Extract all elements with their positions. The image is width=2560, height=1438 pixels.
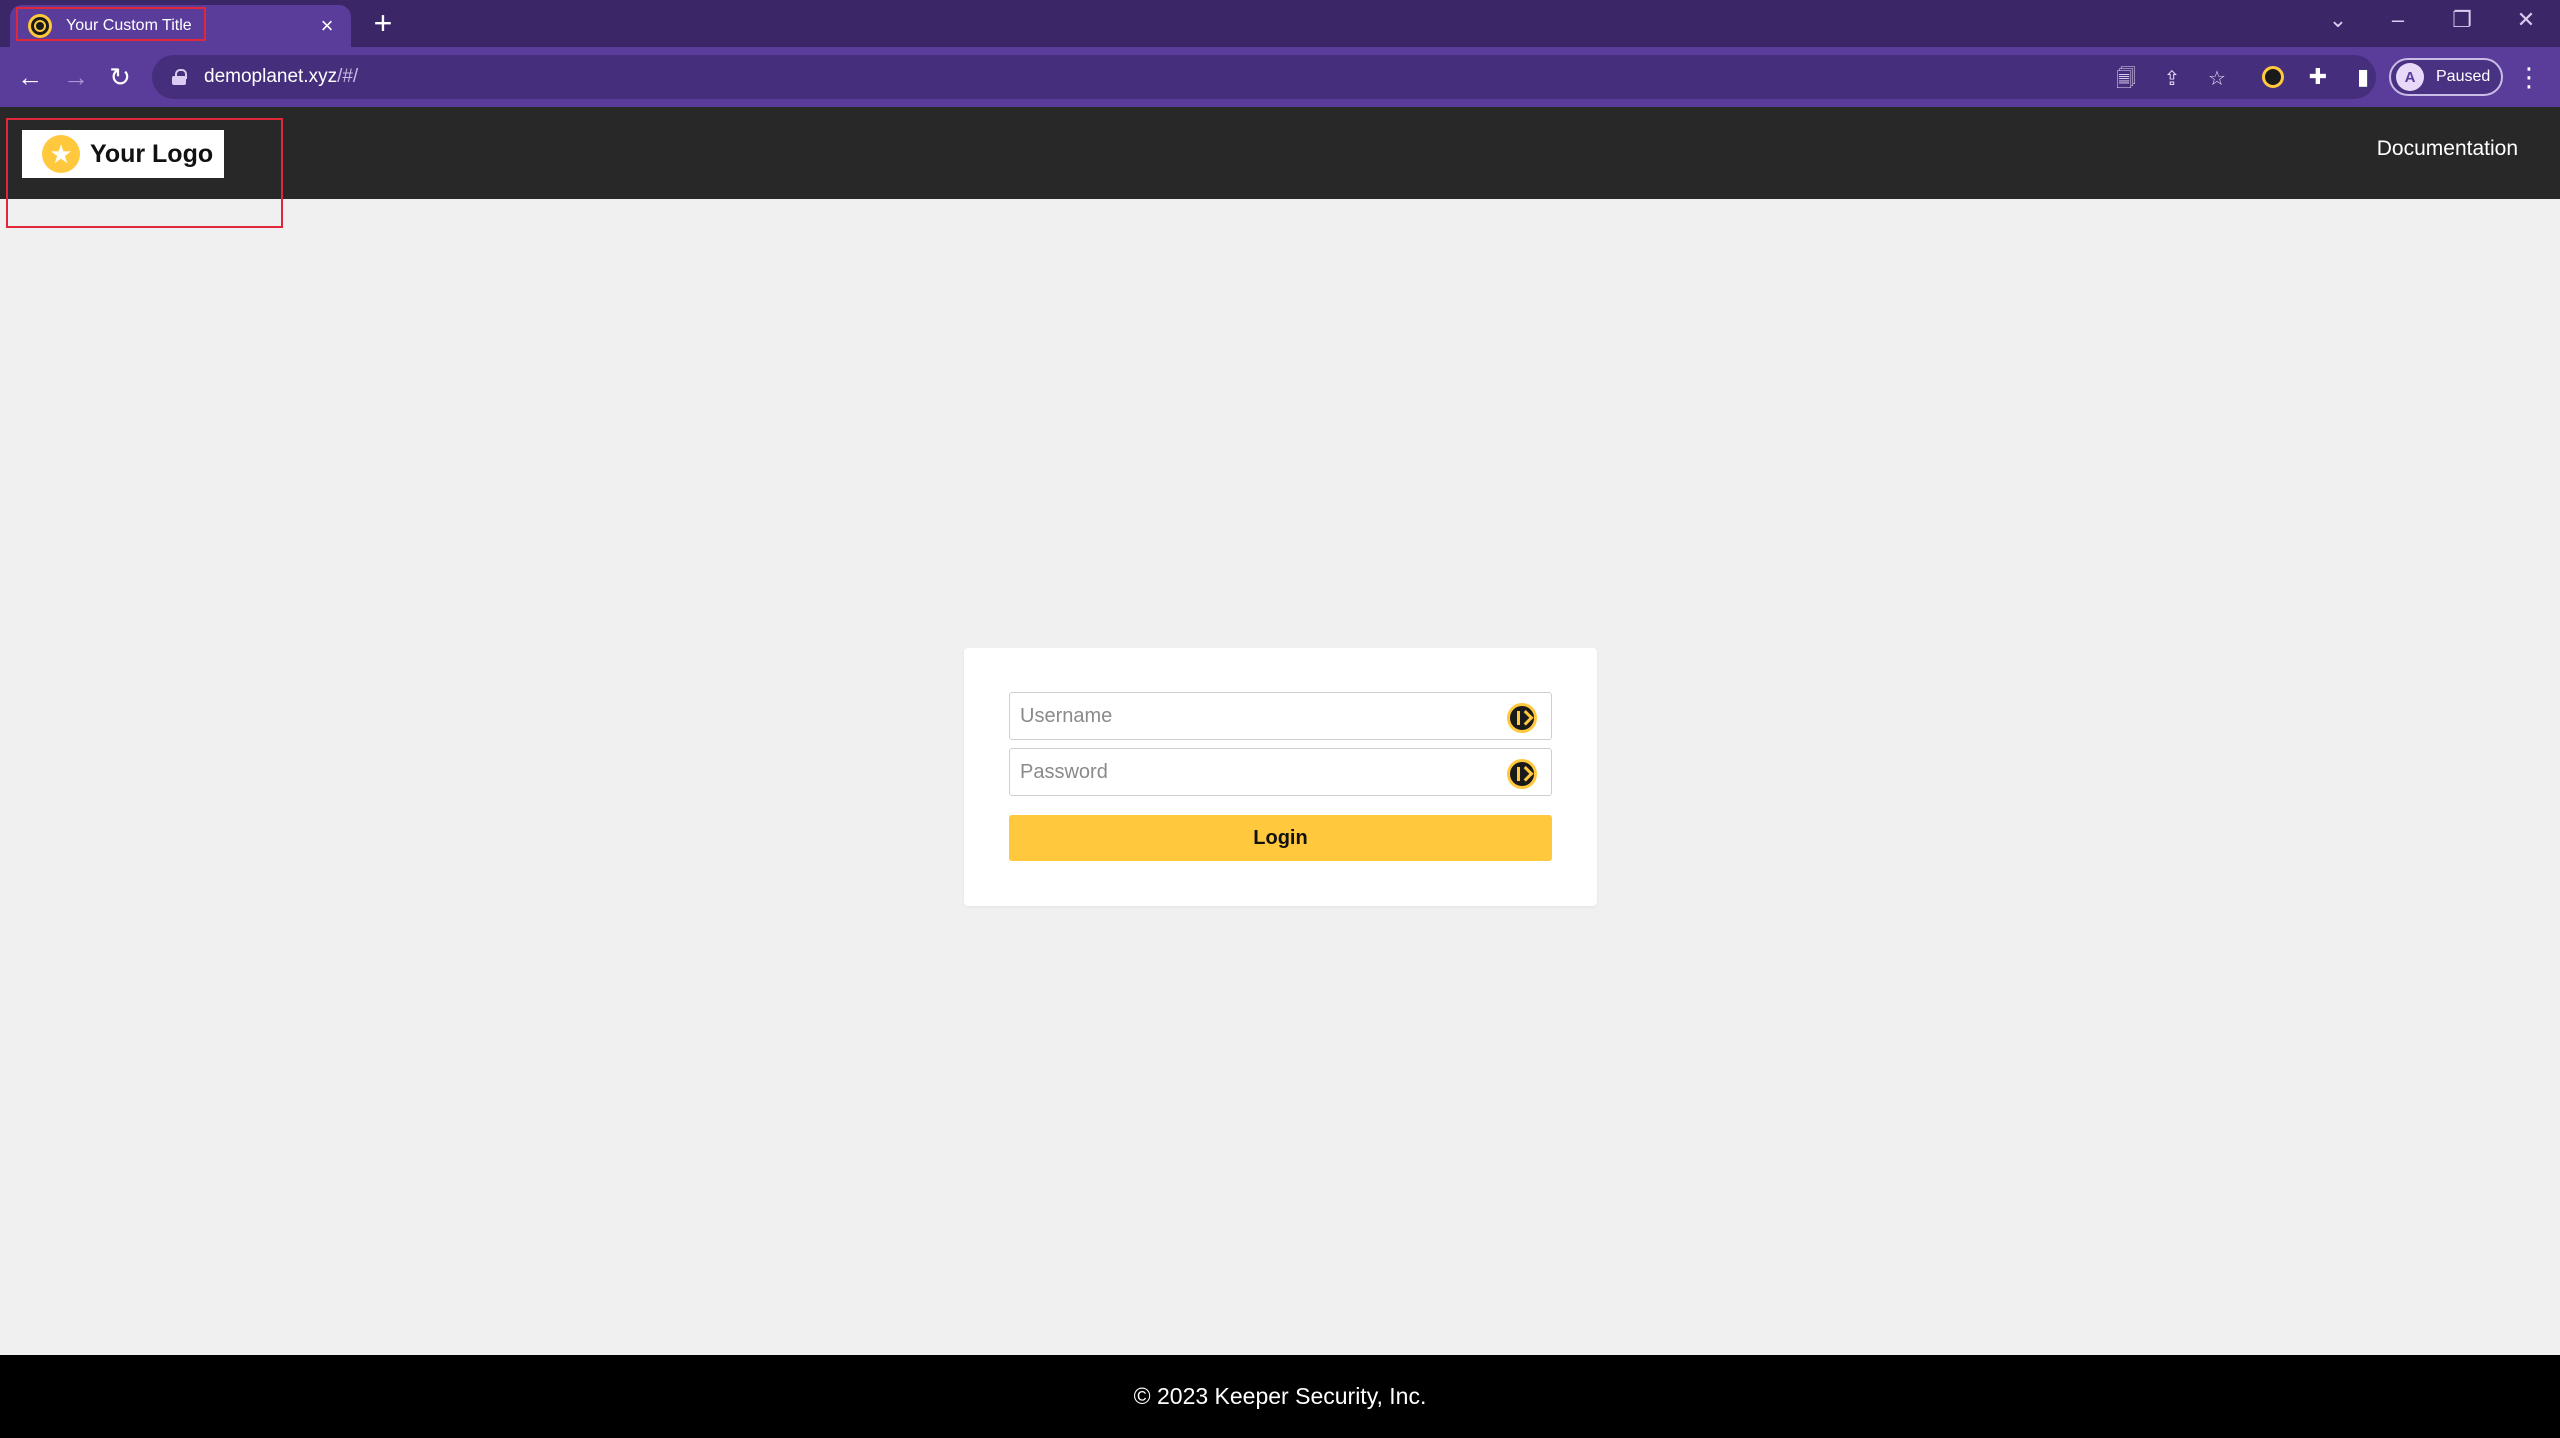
profile-avatar: A xyxy=(2396,63,2424,91)
minimize-button[interactable]: – xyxy=(2378,4,2418,36)
site-header: ★ Your Logo Documentation xyxy=(0,107,2560,199)
site-logo[interactable]: ★ Your Logo xyxy=(22,130,224,178)
extensions-puzzle-icon[interactable]: ✚ xyxy=(2304,63,2332,91)
reload-icon[interactable]: ↻ xyxy=(104,61,136,93)
keeper-fill-icon[interactable] xyxy=(1507,703,1537,733)
password-input[interactable] xyxy=(1010,749,1551,795)
tab-search-icon[interactable]: ⌄ xyxy=(2318,4,2358,36)
documentation-link[interactable]: Documentation xyxy=(2377,137,2518,161)
browser-tab-strip: Your Custom Title × + ⌄ – ❐ ✕ xyxy=(0,0,2560,47)
address-bar[interactable]: demoplanet.xyz /#/ 🗐 ⇪ ☆ xyxy=(152,55,2376,99)
keeper-favicon-icon xyxy=(28,14,52,38)
bookmark-star-icon[interactable]: ☆ xyxy=(2205,67,2229,91)
browser-toolbar: ← → ↻ demoplanet.xyz /#/ 🗐 ⇪ ☆ ✚ ▮ A Pau… xyxy=(0,47,2560,107)
star-icon: ★ xyxy=(42,135,80,173)
browser-menu-icon[interactable]: ⋮ xyxy=(2515,61,2543,93)
forward-arrow-icon[interactable]: → xyxy=(60,61,92,93)
profile-button[interactable]: A Paused xyxy=(2389,58,2503,96)
login-button[interactable]: Login xyxy=(1009,815,1552,861)
url-host: demoplanet.xyz xyxy=(204,66,338,87)
keeper-extension-icon[interactable] xyxy=(2259,63,2287,91)
tab-title: Your Custom Title xyxy=(66,17,192,34)
keeper-fill-icon[interactable] xyxy=(1507,759,1537,789)
copyright-text: © 2023 Keeper Security, Inc. xyxy=(1133,1383,1427,1409)
restore-button[interactable]: ❐ xyxy=(2442,4,2482,36)
lock-icon[interactable] xyxy=(172,69,187,85)
window-close-button[interactable]: ✕ xyxy=(2506,4,2546,36)
password-field[interactable] xyxy=(1009,748,1552,796)
share-icon[interactable]: ⇪ xyxy=(2160,67,2184,91)
profile-status: Paused xyxy=(2436,68,2491,85)
side-panel-icon[interactable]: ▮ xyxy=(2349,63,2377,91)
site-footer: © 2023 Keeper Security, Inc. xyxy=(0,1355,2560,1438)
login-card: Login xyxy=(964,648,1597,906)
username-input[interactable] xyxy=(1010,693,1551,739)
url-path: /#/ xyxy=(337,66,359,87)
save-page-icon[interactable]: 🗐 xyxy=(2114,67,2138,91)
new-tab-button[interactable]: + xyxy=(368,7,398,39)
logo-text: Your Logo xyxy=(90,139,214,168)
tab-close-icon[interactable]: × xyxy=(315,13,339,39)
username-field[interactable] xyxy=(1009,692,1552,740)
back-arrow-icon[interactable]: ← xyxy=(14,61,46,93)
browser-tab-active[interactable]: Your Custom Title × xyxy=(10,5,351,47)
